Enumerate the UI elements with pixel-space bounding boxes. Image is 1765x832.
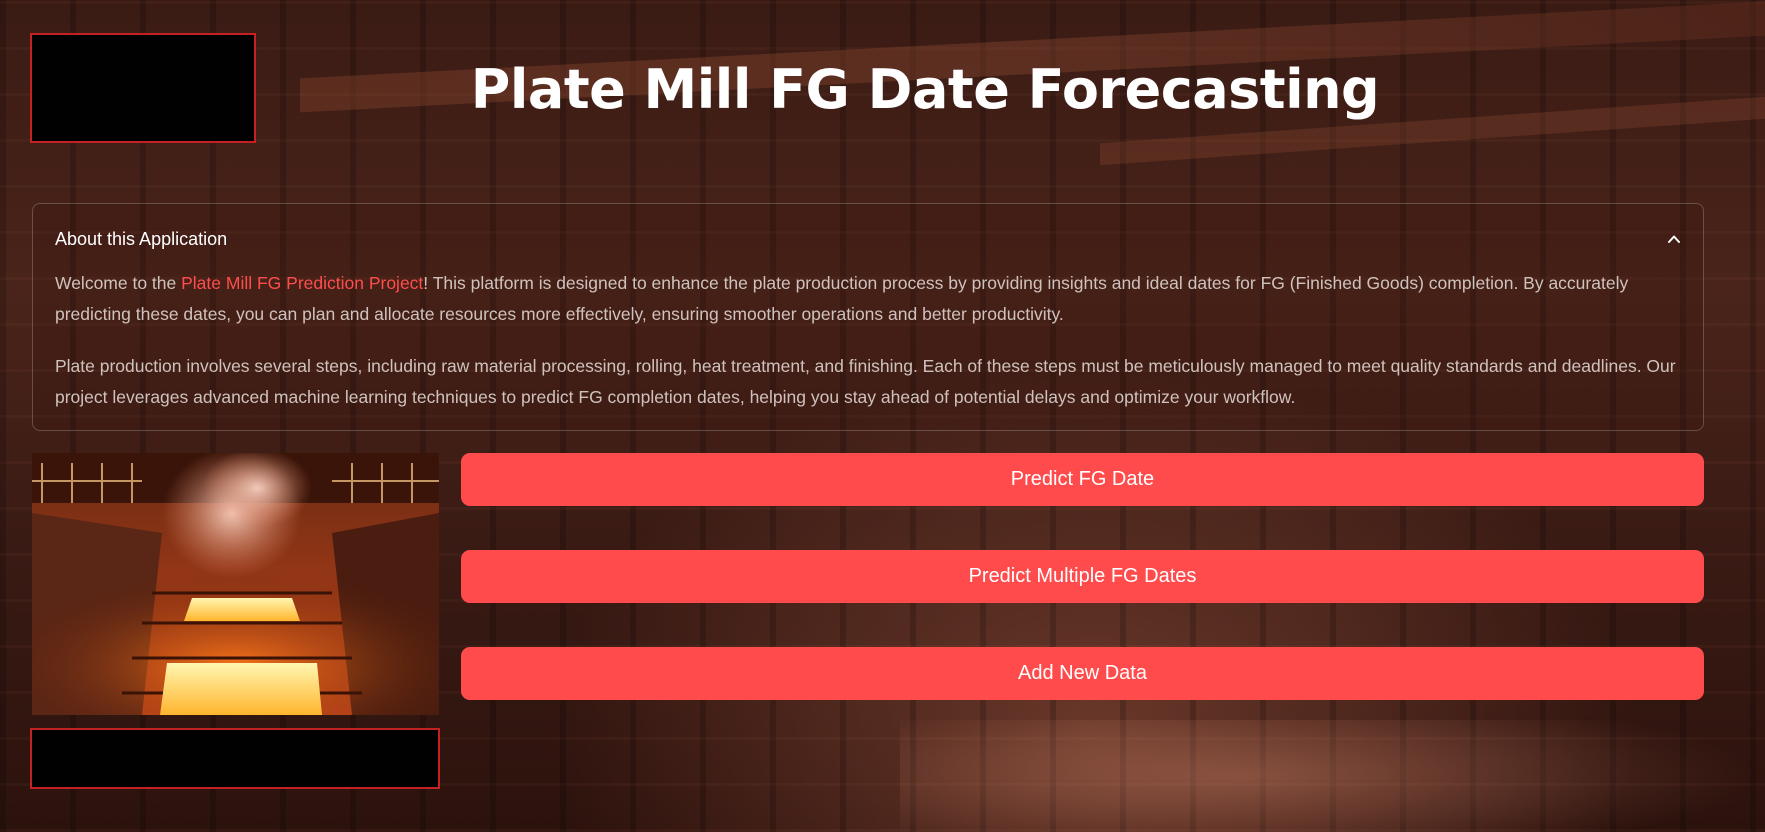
add-new-data-button[interactable]: Add New Data bbox=[461, 647, 1704, 700]
about-expander: About this Application Welcome to the Pl… bbox=[32, 203, 1704, 431]
predict-multiple-fg-dates-button[interactable]: Predict Multiple FG Dates bbox=[461, 550, 1704, 603]
about-paragraph-2: Plate production involves several steps,… bbox=[55, 356, 1676, 407]
about-expander-header[interactable]: About this Application bbox=[55, 226, 1681, 252]
project-name-highlight: Plate Mill FG Prediction Project bbox=[181, 273, 424, 293]
predict-fg-date-button[interactable]: Predict FG Date bbox=[461, 453, 1704, 506]
plate-mill-image bbox=[32, 453, 439, 715]
about-expander-body: Welcome to the Plate Mill FG Prediction … bbox=[55, 268, 1681, 434]
chevron-up-icon[interactable] bbox=[1667, 232, 1681, 246]
about-expander-title: About this Application bbox=[55, 228, 228, 249]
background-glow bbox=[900, 720, 1760, 832]
plate-mill-illustration bbox=[32, 453, 439, 715]
caption-placeholder bbox=[30, 728, 440, 789]
page-title: Plate Mill FG Date Forecasting bbox=[470, 58, 1380, 121]
about-paragraph-1-prefix: Welcome to the bbox=[55, 273, 182, 293]
about-paragraph-1: Welcome to the Plate Mill FG Prediction … bbox=[55, 268, 1681, 330]
